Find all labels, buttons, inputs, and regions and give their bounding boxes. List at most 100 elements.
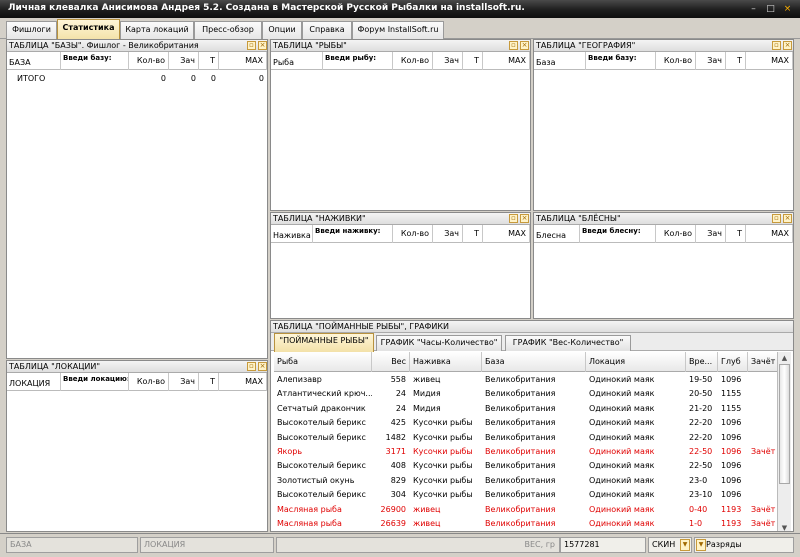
- column-max[interactable]: MAX: [746, 52, 793, 70]
- column-credit[interactable]: Зачёт: [748, 352, 780, 372]
- column-credit[interactable]: Зач: [433, 225, 463, 243]
- column-fish[interactable]: Рыба: [274, 352, 372, 372]
- table-row[interactable]: Атлантический крюч... 24 Мидия Великобритан…: [274, 387, 780, 401]
- lure-filter-input[interactable]: Введи блесну:: [580, 225, 656, 243]
- skin-select[interactable]: СКИН ▼: [648, 537, 692, 553]
- close-icon[interactable]: ×: [783, 41, 792, 50]
- close-button[interactable]: ×: [781, 3, 794, 15]
- tab-location-map[interactable]: Карта локаций: [120, 21, 194, 39]
- table-row[interactable]: Высокотелый берикс 304 Кусочки рыбы Великоб…: [274, 488, 780, 502]
- tab-weight-count-chart[interactable]: ГРАФИК "Вес-Количество": [505, 335, 631, 351]
- column-credit[interactable]: Зач: [169, 373, 199, 391]
- table-row[interactable]: Масляная рыба 26900 живец Великобритания Оди…: [274, 503, 780, 517]
- table-row[interactable]: Высокотелый берикс 408 Кусочки рыбы Великоб…: [274, 459, 780, 473]
- column-trophy[interactable]: Т: [726, 225, 746, 243]
- column-trophy[interactable]: Т: [199, 373, 219, 391]
- location-filter-input[interactable]: Введи локацию:: [61, 373, 129, 391]
- column-base[interactable]: База: [534, 52, 586, 70]
- column-count[interactable]: Кол-во: [129, 373, 169, 391]
- column-count[interactable]: Кол-во: [656, 225, 696, 243]
- column-bait[interactable]: Наживка: [410, 352, 482, 372]
- cell-weight: 24: [395, 403, 406, 413]
- column-max[interactable]: MAX: [483, 225, 530, 243]
- close-icon[interactable]: ×: [520, 41, 529, 50]
- column-bait[interactable]: Наживка: [271, 225, 313, 243]
- tab-hours-count-chart[interactable]: ГРАФИК "Часы-Количество": [376, 335, 502, 351]
- base-filter-input[interactable]: Введи базу:: [61, 52, 129, 70]
- chevron-down-icon[interactable]: ▼: [696, 539, 706, 551]
- bait-filter-input[interactable]: Введи наживку:: [313, 225, 393, 243]
- restore-icon[interactable]: ▫: [772, 214, 781, 223]
- column-credit[interactable]: Зач: [696, 225, 726, 243]
- total-row[interactable]: ИТОГО 0 0 0 0: [7, 72, 267, 86]
- title-bar[interactable]: Личная клевалка Анисимова Андрея 5.2. Со…: [0, 0, 800, 18]
- tab-forum[interactable]: Форум InstallSoft.ru: [352, 21, 444, 39]
- fish-column-header: Рыба Введи рыбу: Кол-во Зач Т MAX: [271, 52, 530, 70]
- close-icon[interactable]: ×: [520, 214, 529, 223]
- close-icon[interactable]: ×: [783, 214, 792, 223]
- column-trophy[interactable]: Т: [726, 52, 746, 70]
- chevron-down-icon[interactable]: ▼: [680, 539, 690, 551]
- column-count[interactable]: Кол-во: [129, 52, 169, 70]
- cell-base: Великобритания: [485, 519, 556, 528]
- minimize-button[interactable]: –: [747, 3, 760, 15]
- cell-location: Одинокий маяк: [589, 432, 655, 442]
- column-trophy[interactable]: Т: [463, 52, 483, 70]
- restore-icon[interactable]: ▫: [509, 41, 518, 50]
- column-location[interactable]: Локация: [586, 352, 686, 372]
- column-lure[interactable]: Блесна: [534, 225, 580, 243]
- tab-press-review[interactable]: Пресс-обзор: [194, 21, 262, 39]
- column-credit[interactable]: Зач: [696, 52, 726, 70]
- digits-select[interactable]: Разряды ▼: [694, 537, 794, 553]
- column-depth[interactable]: Глуб: [718, 352, 748, 372]
- column-max[interactable]: MAX: [219, 373, 267, 391]
- table-row[interactable]: Сетчатый дракончик 24 Мидия Великобритания О…: [274, 402, 780, 416]
- scroll-down-icon[interactable]: ▼: [778, 522, 791, 531]
- tab-fishlogs[interactable]: Фишлоги: [6, 21, 57, 39]
- cell-credit: [748, 402, 780, 416]
- close-icon[interactable]: ×: [258, 362, 267, 371]
- close-icon[interactable]: ×: [258, 41, 267, 50]
- tab-options[interactable]: Опции: [262, 21, 302, 39]
- column-base[interactable]: БАЗА: [7, 52, 61, 70]
- column-max[interactable]: MAX: [219, 52, 267, 70]
- cell-location: Одинокий маяк: [589, 447, 655, 456]
- table-row[interactable]: Якорь 3171 Кусочки рыбы Великобритания Одино…: [274, 445, 780, 459]
- tab-statistics[interactable]: Статистика: [57, 19, 120, 40]
- table-row[interactable]: Высокотелый берикс 425 Кусочки рыбы Великоб…: [274, 416, 780, 430]
- column-count[interactable]: Кол-во: [656, 52, 696, 70]
- tab-caught-fish[interactable]: "ПОЙМАННЫЕ РЫБЫ": [274, 333, 374, 352]
- column-max[interactable]: MAX: [746, 225, 793, 243]
- column-time[interactable]: Вре...: [686, 352, 718, 372]
- table-row[interactable]: Алепизавр 558 живец Великобритания Одинокий …: [274, 373, 780, 387]
- column-base[interactable]: База: [482, 352, 586, 372]
- scroll-up-icon[interactable]: ▲: [778, 352, 791, 364]
- column-credit[interactable]: Зач: [169, 52, 199, 70]
- fish-filter-input[interactable]: Введи рыбу:: [323, 52, 393, 70]
- geography-filter-input[interactable]: Введи базу:: [586, 52, 656, 70]
- maximize-button[interactable]: □: [764, 3, 777, 15]
- column-count[interactable]: Кол-во: [393, 52, 433, 70]
- column-fish[interactable]: Рыба: [271, 52, 323, 70]
- cell-credit: Зачёт: [751, 447, 776, 456]
- table-row[interactable]: Масляная рыба 26639 живец Великобритания Оди…: [274, 517, 780, 531]
- column-location[interactable]: ЛОКАЦИЯ: [7, 373, 61, 391]
- table-row[interactable]: Золотистый окунь 829 Кусочки рыбы Великобри…: [274, 474, 780, 488]
- tab-help[interactable]: Справка: [302, 21, 352, 39]
- column-weight[interactable]: Вес: [372, 352, 410, 372]
- column-trophy[interactable]: Т: [463, 225, 483, 243]
- column-count[interactable]: Кол-во: [393, 225, 433, 243]
- column-credit[interactable]: Зач: [433, 52, 463, 70]
- total-count: 0: [160, 74, 166, 83]
- vertical-scrollbar[interactable]: ▲ ▼: [777, 352, 791, 531]
- restore-icon[interactable]: ▫: [247, 41, 256, 50]
- column-trophy[interactable]: Т: [199, 52, 219, 70]
- status-weight-label: ВЕС, гр: [276, 537, 560, 553]
- restore-icon[interactable]: ▫: [247, 362, 256, 371]
- column-max[interactable]: MAX: [483, 52, 530, 70]
- cell-depth: 1193: [721, 504, 742, 514]
- scrollbar-thumb[interactable]: [779, 364, 790, 484]
- restore-icon[interactable]: ▫: [509, 214, 518, 223]
- restore-icon[interactable]: ▫: [772, 41, 781, 50]
- table-row[interactable]: Высокотелый берикс 1482 Кусочки рыбы Велико…: [274, 431, 780, 445]
